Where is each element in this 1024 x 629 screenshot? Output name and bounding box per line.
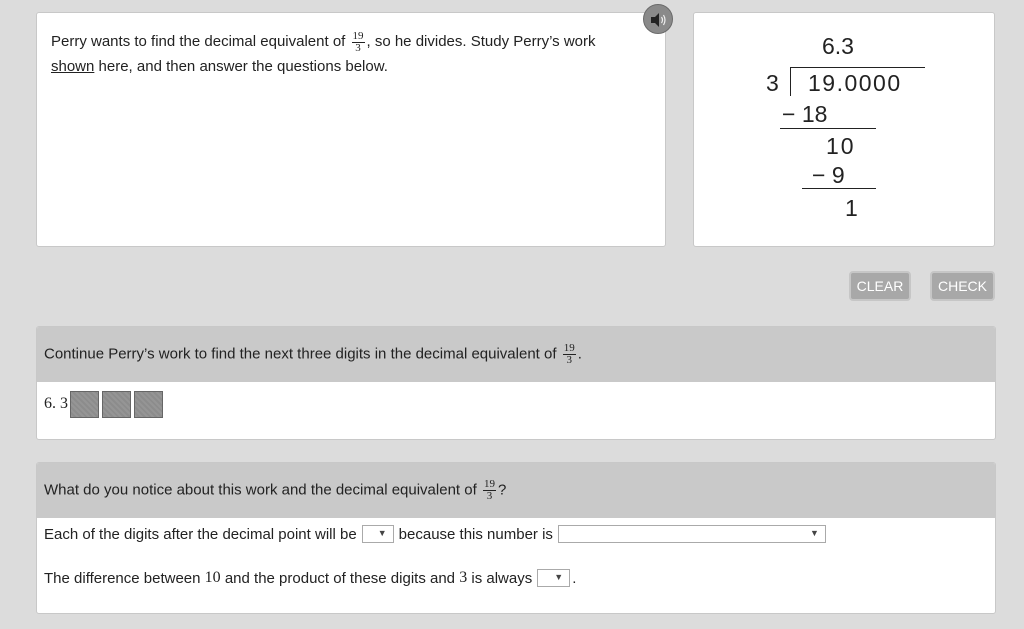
fraction-19-3: 19 3 [482, 479, 496, 502]
division-step1-line [780, 128, 876, 129]
problem-statement: Perry wants to find the decimal equivale… [51, 29, 641, 79]
division-bracket-top [790, 67, 925, 68]
sentence-1: Each of the digits after the decimal poi… [44, 525, 831, 543]
question-2-prompt: What do you notice about this work and t… [37, 463, 995, 518]
division-step2-subtract: − 9 [812, 162, 845, 188]
division-step1-subtract: − 18 [782, 101, 828, 127]
division-step1-remainder: 10 [826, 133, 856, 159]
division-step2-line [802, 188, 876, 189]
fraction-denominator: 3 [486, 490, 493, 502]
division-dividend: 19.0000 [808, 70, 902, 96]
difference-dropdown[interactable]: ▼ [537, 569, 571, 587]
fraction-numerator: 19 [351, 29, 365, 43]
problem-text-after: , so he divides. Study Perry’s work [366, 33, 596, 50]
sentence-1-part-b: because this number is [398, 525, 553, 543]
question-2-end: ? [497, 481, 507, 499]
digit-input-2[interactable] [102, 390, 131, 418]
question-2-text: What do you notice about this work and t… [44, 481, 477, 499]
question-2-card: What do you notice about this work and t… [36, 462, 996, 614]
shown-link[interactable]: shown [51, 58, 94, 75]
digit-dropdown[interactable]: ▼ [361, 525, 394, 543]
question-1-end: . [577, 345, 582, 363]
answer-row: 6. 3 [44, 389, 166, 419]
division-step2-remainder: 1 [845, 195, 858, 221]
sentence-1-part-a: Each of the digits after the decimal poi… [44, 525, 357, 543]
answer-prefix: 6. 3 [44, 395, 68, 412]
chevron-down-icon: ▼ [377, 528, 387, 538]
problem-text-before: Perry wants to find the decimal equivale… [51, 33, 346, 50]
long-division-card: 6.3 3 19.0000 − 18 10 − 9 1 [693, 12, 995, 247]
sentence-2-end: . [572, 569, 577, 587]
question-1-prompt: Continue Perry’s work to find the next t… [37, 327, 995, 382]
fraction-19-3: 19 3 [351, 29, 365, 54]
number-3: 3 [459, 569, 468, 586]
problem-card: Perry wants to find the decimal equivale… [36, 12, 666, 247]
division-bracket-vertical [790, 68, 791, 96]
sentence-2-part-c: is always [471, 569, 533, 587]
digit-input-1[interactable] [70, 390, 99, 418]
check-button[interactable]: CHECK [930, 271, 995, 301]
question-1-text: Continue Perry’s work to find the next t… [44, 345, 557, 363]
fraction-19-3: 19 3 [562, 343, 576, 366]
fraction-denominator: 3 [566, 354, 572, 366]
sentence-2: The difference between 10 and the produc… [44, 569, 576, 587]
chevron-down-icon: ▼ [554, 572, 564, 582]
problem-text-end: here, and then answer the questions belo… [98, 58, 388, 75]
sentence-2-part-a: The difference between [44, 569, 201, 587]
chevron-down-icon: ▼ [810, 528, 819, 538]
fraction-denominator: 3 [355, 41, 361, 54]
digit-input-3[interactable] [134, 390, 163, 418]
speaker-icon [651, 13, 666, 27]
question-1-card: Continue Perry’s work to find the next t… [36, 326, 996, 440]
number-10: 10 [204, 569, 221, 586]
clear-button[interactable]: CLEAR [849, 271, 911, 301]
audio-button[interactable] [643, 4, 673, 34]
division-divisor: 3 [766, 70, 779, 96]
sentence-2-part-b: and the product of these digits and [224, 569, 456, 587]
division-quotient: 6.3 [822, 33, 854, 59]
number-type-dropdown[interactable]: ▼ [557, 525, 826, 543]
